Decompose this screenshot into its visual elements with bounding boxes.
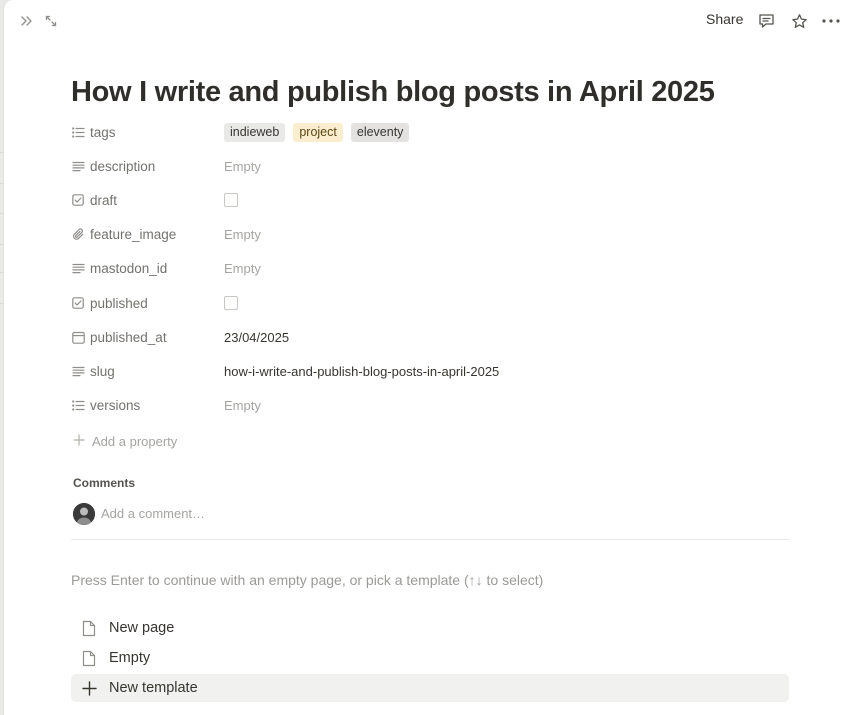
property-key-published-at[interactable]: published_at	[71, 323, 167, 351]
tag-eleventy[interactable]: eleventy	[350, 122, 410, 142]
double-chevron-right-icon[interactable]	[18, 12, 36, 30]
property-key-mastodon-id[interactable]: mastodon_id	[71, 254, 167, 282]
calendar-icon	[71, 330, 85, 344]
template-hint: Press Enter to continue with an empty pa…	[71, 572, 544, 588]
add-property-button[interactable]: Add a property	[73, 431, 177, 451]
property-label: slug	[90, 363, 115, 379]
property-key-draft[interactable]: draft	[71, 186, 117, 214]
slug-value[interactable]: how-i-write-and-publish-blog-posts-in-ap…	[224, 357, 499, 385]
published-checkbox[interactable]	[224, 296, 238, 310]
property-key-versions[interactable]: versions	[71, 391, 140, 419]
list-icon	[71, 398, 85, 412]
text-icon	[71, 364, 85, 378]
checkbox-icon	[71, 193, 85, 207]
property-row-tags: tags indieweb project eleventy	[71, 118, 793, 146]
page-icon	[80, 649, 98, 667]
property-key-description[interactable]: description	[71, 152, 155, 180]
property-label: published_at	[90, 329, 167, 345]
comments-heading: Comments	[73, 476, 136, 490]
property-row-feature-image: feature_image Empty	[71, 220, 793, 248]
property-key-published[interactable]: published	[71, 289, 148, 317]
property-label: versions	[90, 397, 141, 413]
template-option-new-template[interactable]: New template	[71, 674, 789, 702]
template-label: New page	[109, 620, 175, 636]
draft-value	[224, 186, 238, 214]
user-avatar	[73, 503, 95, 525]
comment-icon[interactable]	[757, 12, 775, 30]
property-row-mastodon-id: mastodon_id Empty	[71, 254, 793, 282]
description-value[interactable]: Empty	[224, 152, 261, 180]
property-row-published: published	[71, 289, 793, 317]
property-label: tags	[90, 124, 116, 140]
property-label: mastodon_id	[90, 260, 168, 276]
template-label: New template	[109, 680, 198, 696]
template-label: Empty	[109, 650, 151, 666]
star-icon[interactable]	[790, 12, 808, 30]
published-value	[224, 289, 238, 317]
share-button[interactable]: Share	[706, 11, 743, 27]
add-property-label: Add a property	[92, 433, 178, 449]
top-bar: Share	[4, 0, 857, 42]
expand-arrows-icon[interactable]	[42, 12, 60, 30]
mastodon-id-value[interactable]: Empty	[224, 254, 261, 282]
checkbox-icon	[71, 296, 85, 310]
published-at-value[interactable]: 23/04/2025	[224, 323, 289, 351]
property-key-slug[interactable]: slug	[71, 357, 115, 385]
property-key-feature-image[interactable]: feature_image	[71, 220, 176, 248]
property-label: feature_image	[90, 226, 177, 242]
tag-indieweb[interactable]: indieweb	[224, 122, 286, 142]
property-label: description	[90, 158, 156, 174]
property-row-versions: versions Empty	[71, 391, 793, 419]
property-label: published	[90, 295, 148, 311]
ellipsis-icon[interactable]	[822, 12, 840, 30]
text-icon	[71, 159, 85, 173]
feature-image-value[interactable]: Empty	[224, 220, 261, 248]
template-option-empty[interactable]: Empty	[71, 644, 789, 672]
plus-icon	[80, 679, 98, 697]
page-peek-panel: Share How I write and publish blog posts…	[3, 0, 857, 715]
property-label: draft	[90, 192, 118, 208]
paperclip-icon	[71, 227, 85, 241]
comment-input[interactable]: Add a comment…	[101, 506, 205, 521]
list-icon	[71, 125, 85, 139]
template-option-new-page[interactable]: New page	[71, 614, 789, 642]
divider	[71, 539, 789, 540]
property-row-draft: draft	[71, 186, 793, 214]
page-icon	[80, 619, 98, 637]
versions-value[interactable]: Empty	[224, 391, 261, 419]
page-title[interactable]: How I write and publish blog posts in Ap…	[71, 76, 715, 109]
property-row-slug: slug how-i-write-and-publish-blog-posts-…	[71, 357, 793, 385]
property-row-description: description Empty	[71, 152, 793, 180]
property-row-published-at: published_at 23/04/2025	[71, 323, 793, 351]
plus-icon	[73, 433, 85, 449]
property-key-tags[interactable]: tags	[71, 118, 116, 146]
tags-value[interactable]: indieweb project eleventy	[224, 118, 417, 146]
tag-project[interactable]: project	[293, 122, 343, 142]
text-icon	[71, 261, 85, 275]
draft-checkbox[interactable]	[224, 193, 238, 207]
